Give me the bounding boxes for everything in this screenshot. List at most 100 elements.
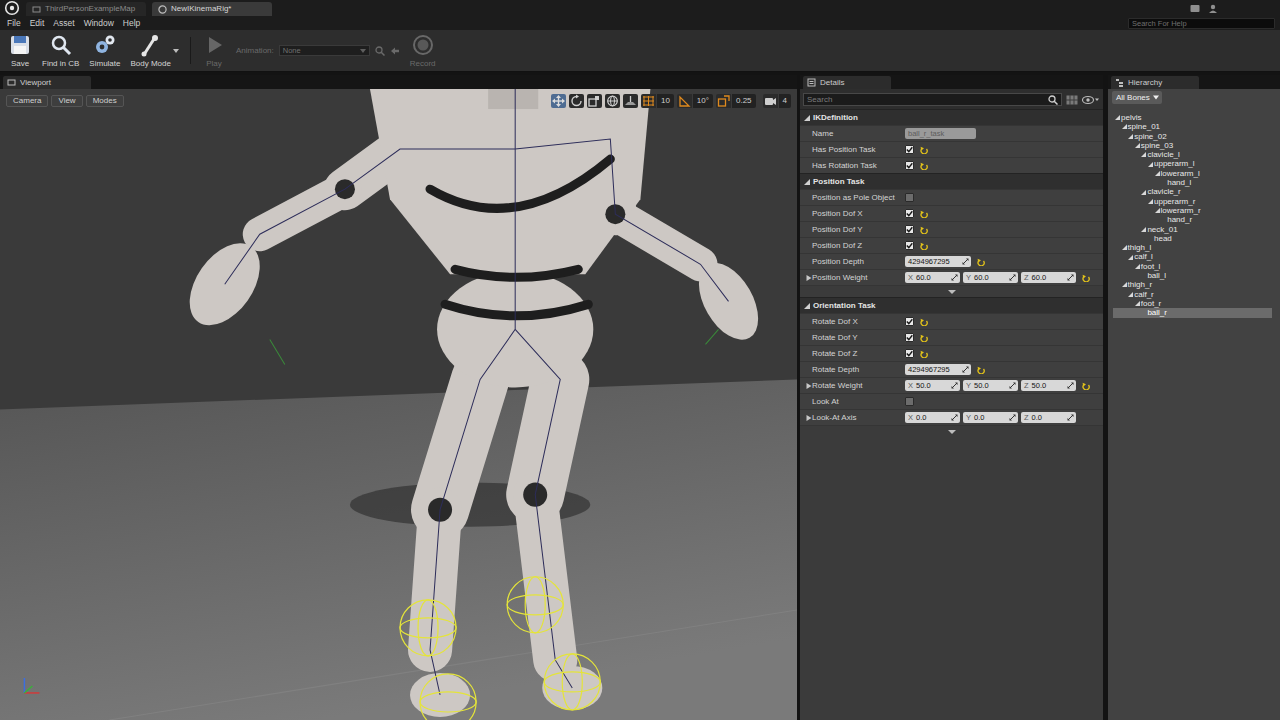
reset-to-default[interactable] [1081,381,1090,390]
expand-arrow-icon[interactable] [1122,245,1127,250]
translate-tool-button[interactable] [551,94,566,108]
expand-arrow-icon[interactable] [1135,301,1140,306]
animation-picker[interactable]: Animation:None [232,33,404,68]
expand-arrow-icon[interactable] [1135,264,1140,269]
bone-row[interactable]: spine_01 [1113,122,1272,131]
bone-row[interactable]: calf_r [1113,290,1272,299]
reset-to-default[interactable] [919,241,928,250]
section-header[interactable]: IKDefinition [800,109,1103,125]
bone-row[interactable]: lowerarm_r [1113,206,1272,215]
bone-row[interactable]: clavicle_r [1113,187,1272,196]
coordinate-space-button[interactable] [605,94,620,108]
vector-component-field[interactable]: Y60.0 [963,272,1018,283]
angle-snap-toggle[interactable] [677,94,692,108]
mode-button[interactable]: Body Mode [126,33,182,68]
scale-snap-toggle[interactable] [716,94,731,108]
expand-arrow-icon[interactable] [1141,152,1146,157]
grid-snap-toggle[interactable] [641,94,656,108]
checkbox[interactable] [905,333,914,342]
reset-to-default[interactable] [976,257,985,266]
expand-arrow-icon[interactable] [1148,162,1153,167]
expand-arrow-icon[interactable] [1135,143,1140,148]
bone-row[interactable]: pelvis [1113,113,1272,122]
bone-row[interactable]: foot_l [1113,262,1272,271]
menu-item[interactable]: File [5,18,28,28]
hierarchy-tab[interactable]: Hierarchy [1111,76,1199,89]
simulate-button[interactable]: Simulate [85,33,124,68]
bone-row[interactable]: hand_r [1113,215,1272,224]
camera-speed[interactable]: 4 [763,94,791,108]
section-header[interactable]: Orientation Task [800,297,1103,313]
character-model[interactable] [0,89,797,720]
reset-to-default[interactable] [919,209,928,218]
bone-row[interactable]: head [1113,234,1272,243]
viewport-menu-button[interactable]: Modes [86,95,124,107]
bone-row[interactable]: ball_l [1113,271,1272,280]
document-tab[interactable]: ThirdPersonExampleMap [26,2,146,16]
bone-row[interactable]: upperarm_l [1113,159,1272,168]
camera-speed-toggle[interactable] [763,94,778,108]
details-search-field[interactable] [807,95,1048,105]
expand-arrow-icon[interactable] [1128,255,1133,260]
number-field[interactable]: 4294967295 [905,256,971,267]
save-button[interactable]: Save [4,33,36,68]
bone-row[interactable]: thigh_r [1113,280,1272,289]
rotate-tool-button[interactable] [569,94,584,108]
viewport-menu-button[interactable]: Camera [6,95,48,107]
camera-speed-value[interactable]: 4 [779,94,791,108]
checkbox[interactable] [905,225,914,234]
browse-button[interactable]: Find in CB [38,33,83,68]
bone-row[interactable]: spine_02 [1113,132,1272,141]
grid-snap[interactable]: 10 [641,94,674,108]
expand-arrow-icon[interactable] [806,275,812,281]
snap-value[interactable]: 10 [657,94,674,108]
expand-arrow-icon[interactable] [1141,227,1146,232]
vector-component-field[interactable]: Y0.0 [963,412,1018,423]
checkbox[interactable] [905,241,914,250]
expand-arrow-icon[interactable] [806,383,812,389]
reset-to-default[interactable] [919,161,928,170]
expand-arrow-icon[interactable] [1128,134,1133,139]
vector-component-field[interactable]: Y50.0 [963,380,1018,391]
expand-arrow-icon[interactable] [1141,190,1146,195]
bone-row[interactable]: spine_03 [1113,141,1272,150]
bone-row[interactable]: upperarm_r [1113,197,1272,206]
vector-component-field[interactable]: X0.0 [905,412,960,423]
expand-arrow-icon[interactable] [1155,208,1160,213]
angle-snap[interactable]: 10° [677,94,713,108]
expand-arrow-icon[interactable] [1155,171,1160,176]
details-tab[interactable]: Details [803,76,891,89]
surface-snap-button[interactable] [623,94,638,108]
snap-value[interactable]: 10° [693,94,713,108]
checkbox[interactable] [905,317,914,326]
vector-component-field[interactable]: Z0.0 [1021,412,1076,423]
section-header[interactable]: Position Task [800,173,1103,189]
expand-arrow-icon[interactable] [1122,124,1127,129]
expand-arrow-icon[interactable] [806,415,812,421]
vector-component-field[interactable]: Z60.0 [1021,272,1076,283]
reset-to-default[interactable] [919,317,928,326]
reset-to-default[interactable] [919,225,928,234]
bone-filter-dropdown[interactable]: All Bones [1112,91,1162,104]
snap-value[interactable]: 0.25 [732,94,756,108]
expand-arrow-icon[interactable] [1128,292,1133,297]
bone-row[interactable]: neck_01 [1113,225,1272,234]
viewport-canvas[interactable]: CameraViewModes1010°0.254 [0,89,797,720]
menu-item[interactable]: Edit [28,18,52,28]
checkbox[interactable] [905,193,914,202]
bone-row[interactable]: foot_r [1113,299,1272,308]
number-field[interactable]: 4294967295 [905,364,971,375]
expand-arrow-icon[interactable] [1148,199,1153,204]
reset-to-default[interactable] [919,349,928,358]
expand-arrow-icon[interactable] [1115,115,1120,120]
reset-to-default[interactable] [976,365,985,374]
menu-item[interactable]: Asset [51,18,81,28]
reset-to-default[interactable] [919,333,928,342]
reset-to-default[interactable] [1081,273,1090,282]
vector-component-field[interactable]: Z50.0 [1021,380,1076,391]
help-search-field[interactable] [1128,18,1275,29]
animation-dropdown[interactable]: None [279,45,370,56]
bone-row[interactable]: calf_l [1113,252,1272,261]
vector-component-field[interactable]: X50.0 [905,380,960,391]
checkbox[interactable] [905,145,914,154]
